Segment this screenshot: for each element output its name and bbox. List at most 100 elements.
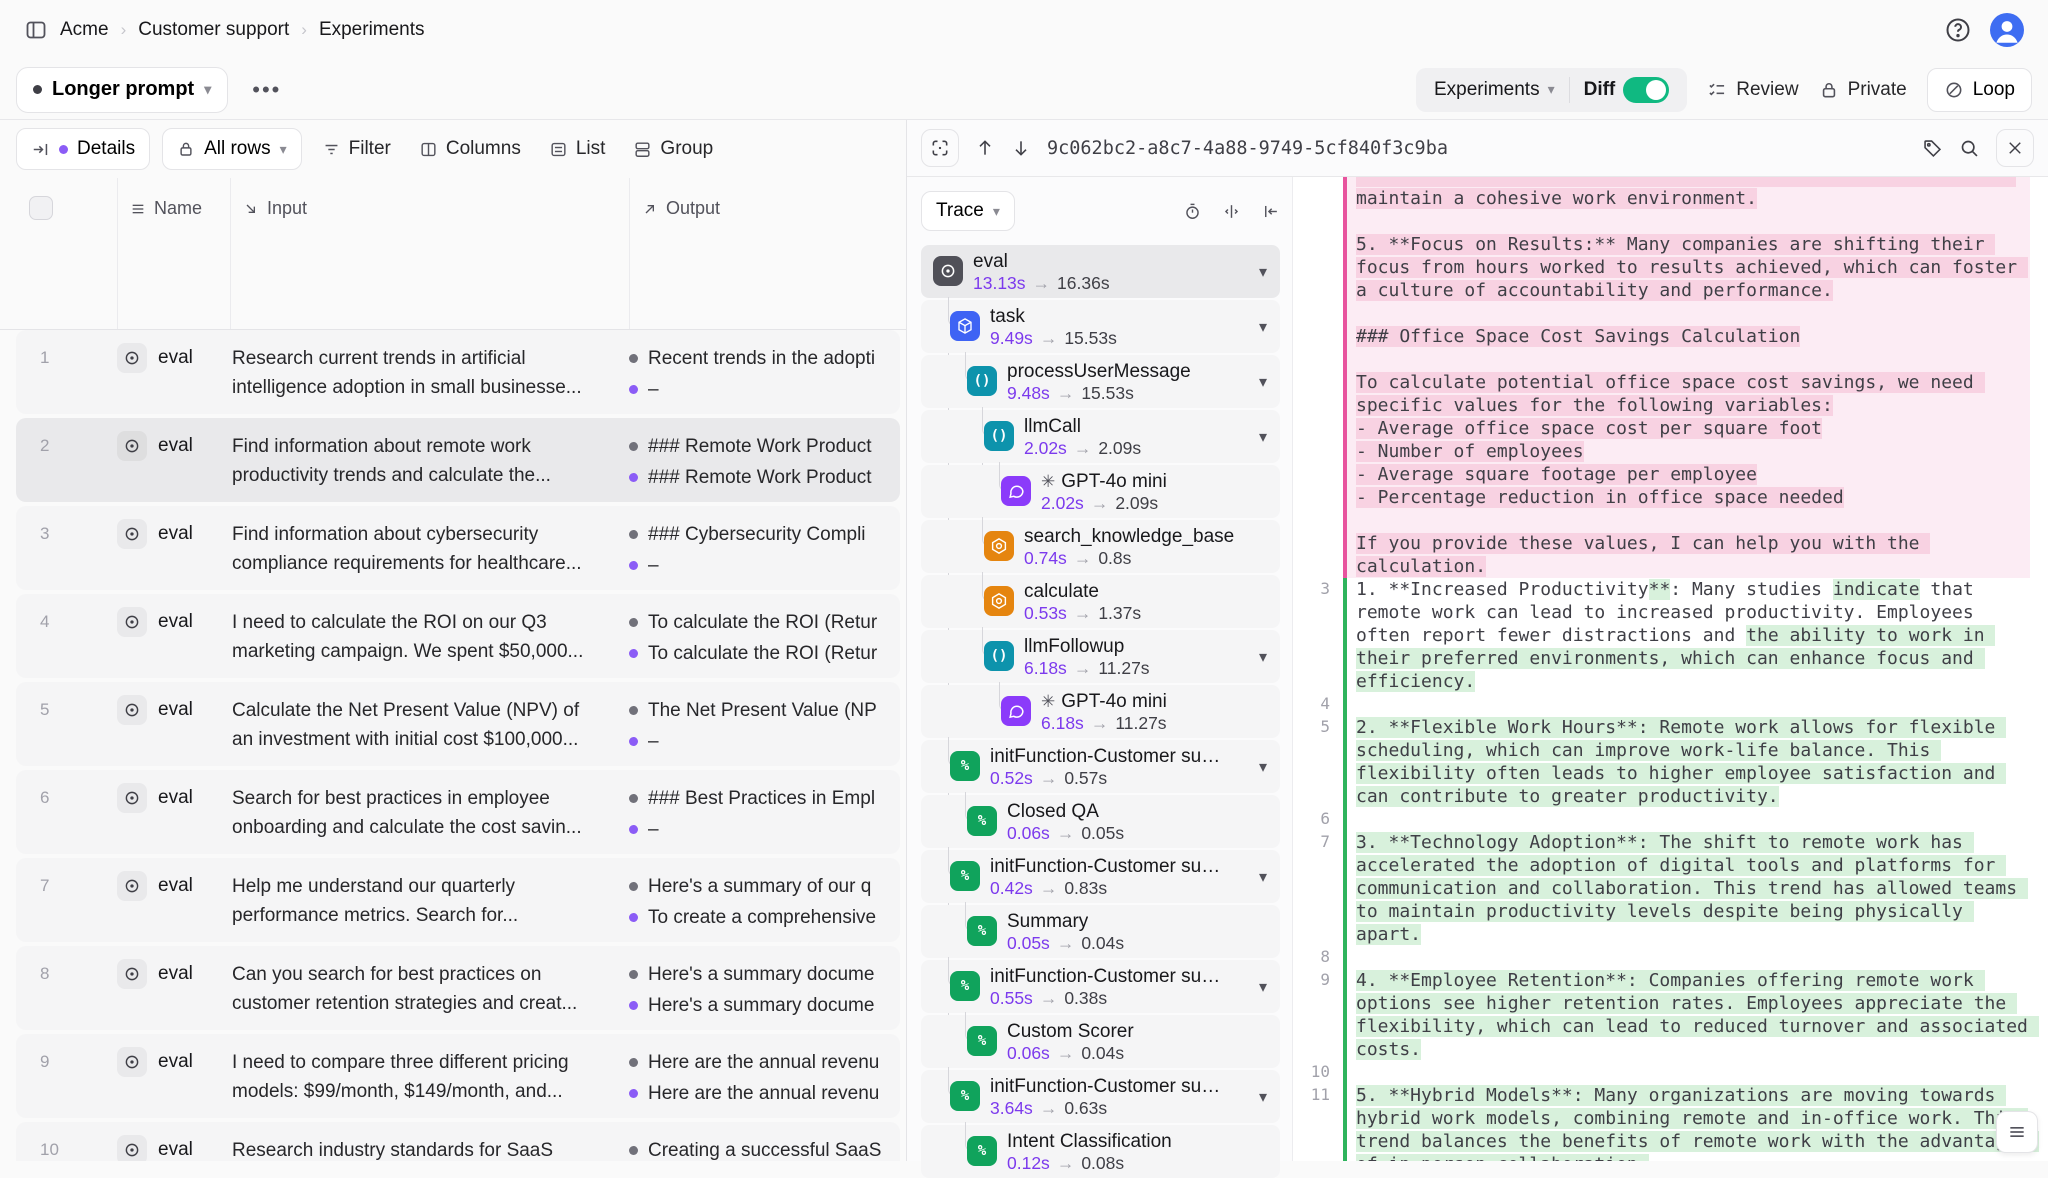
span-durations: 0.06s→0.04s [1007,1043,1124,1064]
trace-span-row[interactable]: ()processUserMessage9.48s→15.53s▾ [921,355,1280,408]
search-icon[interactable] [1959,138,1980,159]
chevron-down-icon[interactable]: ▾ [1259,262,1267,282]
trace-span-row[interactable]: search_knowledge_base0.74s→0.8s [921,520,1280,573]
diff-toggle[interactable] [1623,77,1669,103]
eval-icon [117,431,147,461]
trace-span-row[interactable]: calculate0.53s→1.37s [921,575,1280,628]
trace-span-row[interactable]: ()llmFollowup6.18s→11.27s▾ [921,630,1280,683]
compare-output-dot [629,825,638,834]
span-label: initFunction-Customer support-C... [990,966,1225,988]
chevron-down-icon[interactable]: ▾ [1259,1087,1267,1107]
align-center-icon[interactable] [1222,202,1241,221]
trace-span-row[interactable]: %initFunction-Customer support-C...0.52s… [921,740,1280,793]
expand-trace-button[interactable] [921,129,959,167]
span-label: Closed QA [1007,801,1099,823]
columns-button[interactable]: Columns [411,138,529,160]
details-button[interactable]: Details [16,128,150,170]
breadcrumb-section[interactable]: Experiments [319,19,425,41]
function-span-icon: () [967,366,997,396]
table-row[interactable]: 5 eval Calculate the Net Present Value (… [16,682,900,766]
breadcrumb-project[interactable]: Customer support [138,19,289,41]
review-button[interactable]: Review [1707,79,1798,101]
row-output: ### Remote Work Product ### Remote Work … [629,418,900,502]
base-output-dot [629,442,638,451]
table-row[interactable]: 6 eval Search for best practices in empl… [16,770,900,854]
table-row[interactable]: 7 eval Help me understand our quarterly … [16,858,900,942]
trace-view-dropdown[interactable]: Trace ▾ [921,191,1015,231]
trace-span-row[interactable]: %Summary0.05s→0.04s [921,905,1280,958]
loop-button[interactable]: Loop [1927,68,2032,112]
breadcrumb-org[interactable]: Acme [60,19,109,41]
trace-span-row[interactable]: %initFunction-Customer support-C...3.64s… [921,1070,1280,1123]
trace-span-row[interactable]: eval13.13s→16.36s▾ [921,245,1280,298]
column-header-name[interactable]: Name [130,198,202,219]
group-button[interactable]: Group [625,138,721,160]
chevron-down-icon[interactable]: ▾ [1259,757,1267,777]
trace-view-label: Trace [936,200,984,222]
trace-span-row[interactable]: %Custom Scorer0.06s→0.04s [921,1015,1280,1068]
line-number [1293,325,1343,348]
chevron-down-icon[interactable]: ▾ [1259,372,1267,392]
span-durations: 0.52s→0.57s [990,768,1107,789]
row-number: 8 [16,946,117,1030]
column-header-input[interactable]: Input [243,198,307,219]
table-row[interactable]: 2 eval Find information about remote wor… [16,418,900,502]
trace-span-row[interactable]: task9.49s→15.53s▾ [921,300,1280,353]
table-row[interactable]: 8 eval Can you search for best practices… [16,946,900,1030]
private-button[interactable]: Private [1819,79,1907,101]
timing-icon[interactable] [1183,202,1202,221]
chevron-down-icon[interactable]: ▾ [1259,647,1267,667]
collapse-left-icon[interactable] [1261,202,1280,221]
tag-icon[interactable] [1922,138,1943,159]
trace-span-row[interactable]: ✳GPT-4o mini2.02s→2.09s [921,465,1280,518]
span-durations: 0.06s→0.05s [1007,823,1124,844]
diff-line [1293,177,2048,187]
chevron-down-icon[interactable]: ▾ [1259,977,1267,997]
table-row[interactable]: 1 eval Research current trends in artifi… [16,330,900,414]
trace-span-row[interactable]: %Closed QA0.06s→0.05s [921,795,1280,848]
more-options-button[interactable]: ••• [242,71,291,109]
trace-span-row[interactable]: ()llmCall2.02s→2.09s▾ [921,410,1280,463]
previous-row-button[interactable] [975,138,995,158]
diff-line: - Average square footage per employee [1293,463,2048,486]
tool-span-icon [984,586,1014,616]
trace-span-row[interactable]: ✳GPT-4o mini6.18s→11.27s [921,685,1280,738]
table-row[interactable]: 10 eval Research industry standards for … [16,1122,900,1161]
chevron-down-icon[interactable]: ▾ [1259,317,1267,337]
diff-options-button[interactable] [1996,1111,2038,1153]
span-durations: 0.74s→0.8s [1024,548,1131,569]
filter-button[interactable]: Filter [314,138,399,160]
trace-span-row[interactable]: %Intent Classification0.12s→0.08s [921,1125,1280,1178]
row-output: Recent trends in the adopti – [629,330,900,414]
tool-span-icon [984,531,1014,561]
sidebar-toggle-icon[interactable] [24,18,48,42]
span-label: initFunction-Customer support-C... [990,1076,1225,1098]
avatar[interactable] [1990,13,2024,47]
span-durations: 0.42s→0.83s [990,878,1107,899]
chevron-down-icon[interactable]: ▾ [1259,427,1267,447]
next-row-button[interactable] [1011,138,1031,158]
diff-content: maintain a cohesive work environment.5. … [1293,177,2048,1161]
table-row[interactable]: 4 eval I need to calculate the ROI on ou… [16,594,900,678]
row-number: 7 [16,858,117,942]
diff-line: ### Office Space Cost Savings Calculatio… [1293,325,2048,348]
diff-text: - Percentage reduction in office space n… [1347,486,2030,509]
chevron-down-icon[interactable]: ▾ [1259,867,1267,887]
help-icon[interactable] [1944,16,1972,44]
diff-text: 5. **Hybrid Models**: Many organizations… [1347,1084,2030,1161]
trace-span-row[interactable]: %initFunction-Customer support-C...0.55s… [921,960,1280,1013]
select-all-checkbox[interactable] [29,196,53,220]
row-input: I need to compare three different pricin… [230,1034,629,1118]
experiments-view-dropdown[interactable]: Experiments ▾ [1420,79,1569,101]
group-icon [633,140,652,159]
trace-span-row[interactable]: %initFunction-Customer support-C...0.42s… [921,850,1280,903]
table-row[interactable]: 9 eval I need to compare three different… [16,1034,900,1118]
table-row[interactable]: 3 eval Find information about cybersecur… [16,506,900,590]
all-rows-dropdown[interactable]: All rows ▾ [162,128,302,170]
experiment-select-button[interactable]: Longer prompt ▾ [16,67,228,113]
column-header-output[interactable]: Output [642,198,720,219]
trace-detail-panel: 9c062bc2-a8c7-4a88-9749-5cf840f3c9ba Tra… [907,120,2048,1161]
list-button[interactable]: List [541,138,614,160]
close-panel-button[interactable] [1996,129,2034,167]
score-span-icon: % [967,1026,997,1056]
